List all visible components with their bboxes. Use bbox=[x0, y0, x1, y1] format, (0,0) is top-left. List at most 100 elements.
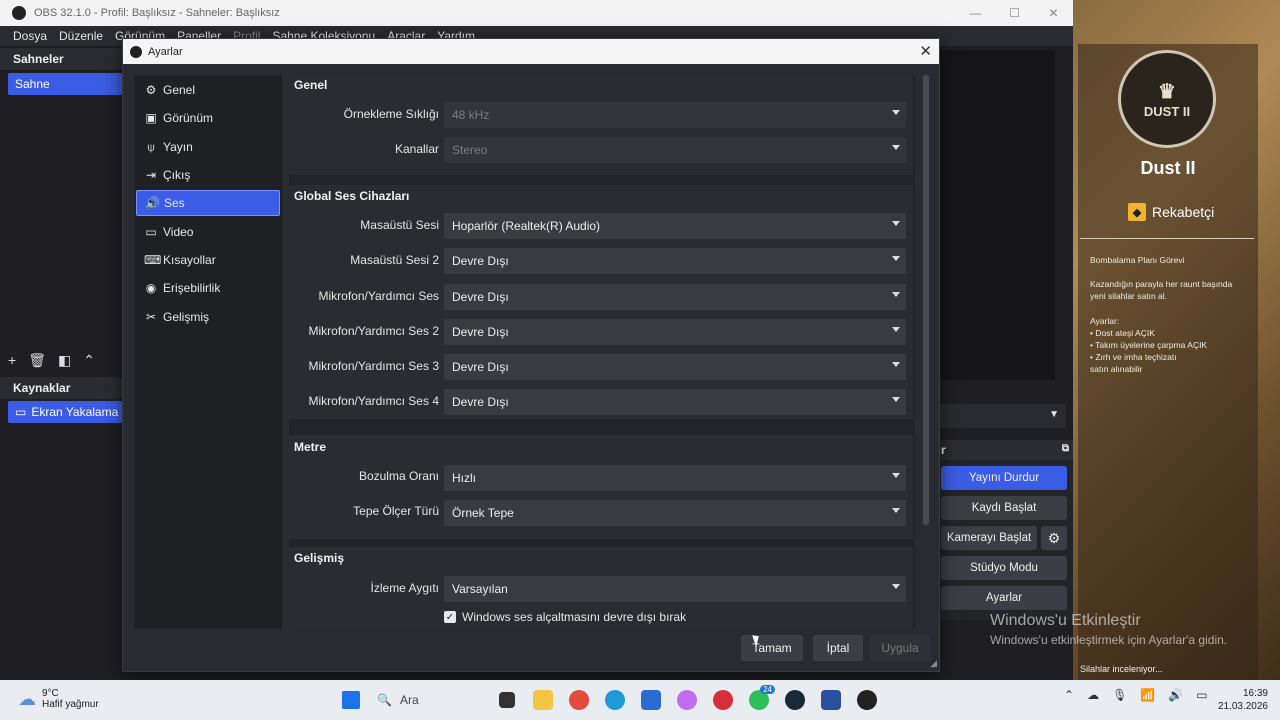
mic-aux-select[interactable]: Devre Dışı bbox=[444, 284, 906, 310]
minimize-icon[interactable]: — bbox=[956, 0, 995, 26]
sample-rate-select[interactable]: 48 kHz bbox=[444, 102, 906, 128]
sidebar-item-label: Yayın bbox=[163, 140, 193, 154]
group-title: Gelişmiş bbox=[294, 551, 345, 565]
rule-line: • Zırh ve imha teçhizatı bbox=[1090, 352, 1177, 362]
channels-select[interactable]: Stereo bbox=[444, 137, 906, 163]
start-icon[interactable] bbox=[333, 685, 369, 715]
steam-icon[interactable] bbox=[777, 685, 813, 715]
weapons-status: Silahlar inceleniyor... bbox=[1080, 664, 1163, 674]
settings-titlebar: Ayarlar ✕ bbox=[123, 39, 939, 64]
sidebar-item-general[interactable]: ⚙ Genel bbox=[136, 77, 280, 103]
scene-item[interactable]: Sahne bbox=[8, 73, 123, 95]
cloud-icon[interactable]: ☁ bbox=[1087, 688, 1099, 702]
menu-file[interactable]: Dosya bbox=[0, 29, 53, 43]
sidebar-item-audio[interactable]: 🔊 Ses bbox=[136, 190, 280, 216]
add-icon[interactable]: + bbox=[8, 352, 16, 368]
controls-dock-title-text: r bbox=[941, 443, 946, 457]
accessibility-icon: ◉ bbox=[145, 281, 157, 295]
emblem-text: DUST II bbox=[1143, 104, 1191, 119]
chevron-down-icon bbox=[892, 292, 900, 297]
start-virtual-camera-button[interactable]: Kamerayı Başlat bbox=[941, 526, 1037, 550]
sidebar-item-label: Gelişmiş bbox=[163, 310, 210, 324]
sidebar-item-hotkeys[interactable]: ⌨ Kısayollar bbox=[136, 247, 280, 273]
apply-button[interactable]: Uygula bbox=[869, 635, 931, 661]
chevron-down-icon bbox=[892, 584, 900, 589]
chevron-down-icon bbox=[892, 397, 900, 402]
windows-activation-watermark: Windows'u Etkinleştir Windows'u etkinleş… bbox=[990, 612, 1227, 647]
chevron-down-icon bbox=[892, 473, 900, 478]
game-mode: ◆ Rekabetçi bbox=[1128, 203, 1214, 221]
sidebar-item-appearance[interactable]: ▣ Görünüm bbox=[136, 105, 280, 131]
up-arrow-icon[interactable]: ⌃ bbox=[83, 352, 95, 369]
filter-icon[interactable]: ◧ bbox=[58, 352, 71, 369]
device-label: Mikrofon/Yardımcı Ses 3 bbox=[308, 359, 440, 373]
game-icon[interactable] bbox=[813, 685, 849, 715]
close-icon[interactable]: ✕ bbox=[1034, 0, 1073, 26]
sidebar-item-stream[interactable]: ⍦ Yayın bbox=[136, 134, 280, 160]
chrome-icon[interactable] bbox=[561, 685, 597, 715]
source-item[interactable]: ▭ Ekran Yakalama bbox=[8, 401, 123, 423]
start-recording-button[interactable]: Kaydı Başlat bbox=[941, 496, 1067, 520]
edge-icon[interactable] bbox=[597, 685, 633, 715]
device-value: Hoparlör (Realtek(R) Audio) bbox=[452, 219, 601, 233]
app-red-icon[interactable] bbox=[705, 685, 741, 715]
store-icon[interactable] bbox=[633, 685, 669, 715]
obs-logo-icon bbox=[12, 6, 26, 20]
mixer-dropdown[interactable]: ▼ bbox=[940, 404, 1066, 428]
taskbar-clock[interactable]: 16:39 21.03.2026 bbox=[1218, 687, 1268, 713]
cancel-button[interactable]: İptal bbox=[813, 635, 863, 661]
volume-icon[interactable]: 🔊 bbox=[1168, 688, 1183, 702]
settings-scrollbar[interactable] bbox=[923, 75, 929, 525]
device-label: Mikrofon/Yardımcı Ses 2 bbox=[308, 324, 440, 338]
desktop-audio-2-select[interactable]: Devre Dışı bbox=[444, 248, 906, 274]
mic-aux-2-select[interactable]: Devre Dışı bbox=[444, 319, 906, 345]
float-dock-icon[interactable]: ⧉ bbox=[1062, 443, 1069, 454]
disable-ducking-option[interactable]: ✓ Windows ses alçaltmasını devre dışı bı… bbox=[444, 610, 686, 624]
rule-line: Ayarlar: bbox=[1090, 316, 1120, 326]
rule-line: Bombalama Planı Görevi bbox=[1090, 255, 1185, 265]
close-icon[interactable]: ✕ bbox=[919, 42, 932, 60]
decay-rate-select[interactable]: Hızlı bbox=[444, 465, 906, 491]
search-placeholder: Ara bbox=[399, 693, 419, 707]
controls-dock: r ⧉ Yayını Durdur Kaydı Başlat Kamerayı … bbox=[937, 440, 1073, 620]
settings-button[interactable]: Ayarlar bbox=[941, 586, 1067, 610]
stop-stream-button[interactable]: Yayını Durdur bbox=[941, 466, 1067, 490]
sidebar-item-video[interactable]: ▭ Video bbox=[136, 219, 280, 245]
gear-icon[interactable]: ⚙ bbox=[1041, 526, 1067, 550]
task-view-icon[interactable] bbox=[489, 685, 525, 715]
mic-aux-4-select[interactable]: Devre Dışı bbox=[444, 389, 906, 415]
sidebar-item-label: Genel bbox=[163, 83, 196, 97]
monitoring-device-value: Varsayılan bbox=[452, 582, 508, 596]
device-label: Mikrofon/Yardımcı Ses 4 bbox=[308, 394, 440, 408]
chevron-up-icon[interactable]: ⌃ bbox=[1064, 688, 1074, 702]
battery-icon[interactable]: ▭ bbox=[1196, 688, 1207, 702]
studio-mode-button[interactable]: Stüdyo Modu bbox=[941, 556, 1067, 580]
menu-edit[interactable]: Düzenle bbox=[53, 29, 109, 43]
microphone-icon[interactable]: 🎙 bbox=[1112, 688, 1127, 702]
copilot-icon[interactable] bbox=[669, 685, 705, 715]
trash-icon[interactable]: 🗑 bbox=[28, 352, 46, 369]
maximize-icon[interactable]: ☐ bbox=[995, 0, 1034, 26]
monitoring-device-select[interactable]: Varsayılan bbox=[444, 576, 906, 602]
wifi-icon[interactable]: 📶 bbox=[1140, 688, 1155, 702]
scenes-dock-title: Sahneler bbox=[0, 48, 123, 70]
sidebar-item-accessibility[interactable]: ◉ Erişebilirlik bbox=[136, 275, 280, 301]
sidebar-item-advanced[interactable]: ✂ Gelişmiş bbox=[136, 304, 280, 330]
settings-content: Genel Örnekleme Sıklığı 48 kHz Kanallar … bbox=[289, 75, 915, 629]
checkbox[interactable]: ✓ bbox=[444, 611, 456, 623]
file-explorer-icon[interactable] bbox=[525, 685, 561, 715]
chevron-down-icon bbox=[892, 327, 900, 332]
sidebar-item-output[interactable]: ⇥ Çıkış bbox=[136, 162, 280, 188]
ok-button[interactable]: Tamam bbox=[741, 635, 803, 661]
game-mode-label: Rekabetçi bbox=[1152, 204, 1215, 220]
resize-grip-icon[interactable]: ◢ bbox=[930, 658, 937, 669]
obs-icon[interactable] bbox=[849, 685, 885, 715]
taskbar-search[interactable]: 🔍 Ara bbox=[369, 685, 489, 715]
device-value: Devre Dışı bbox=[452, 325, 509, 339]
desktop-audio-select[interactable]: Hoparlör (Realtek(R) Audio) bbox=[444, 213, 906, 239]
whatsapp-icon[interactable]: 24 bbox=[741, 685, 777, 715]
peak-meter-type-select[interactable]: Örnek Tepe bbox=[444, 500, 906, 526]
weather-temp: 9°C bbox=[42, 688, 59, 699]
weather-widget[interactable]: ☁ 9°C Hafif yağmur bbox=[18, 688, 99, 710]
mic-aux-3-select[interactable]: Devre Dışı bbox=[444, 354, 906, 380]
